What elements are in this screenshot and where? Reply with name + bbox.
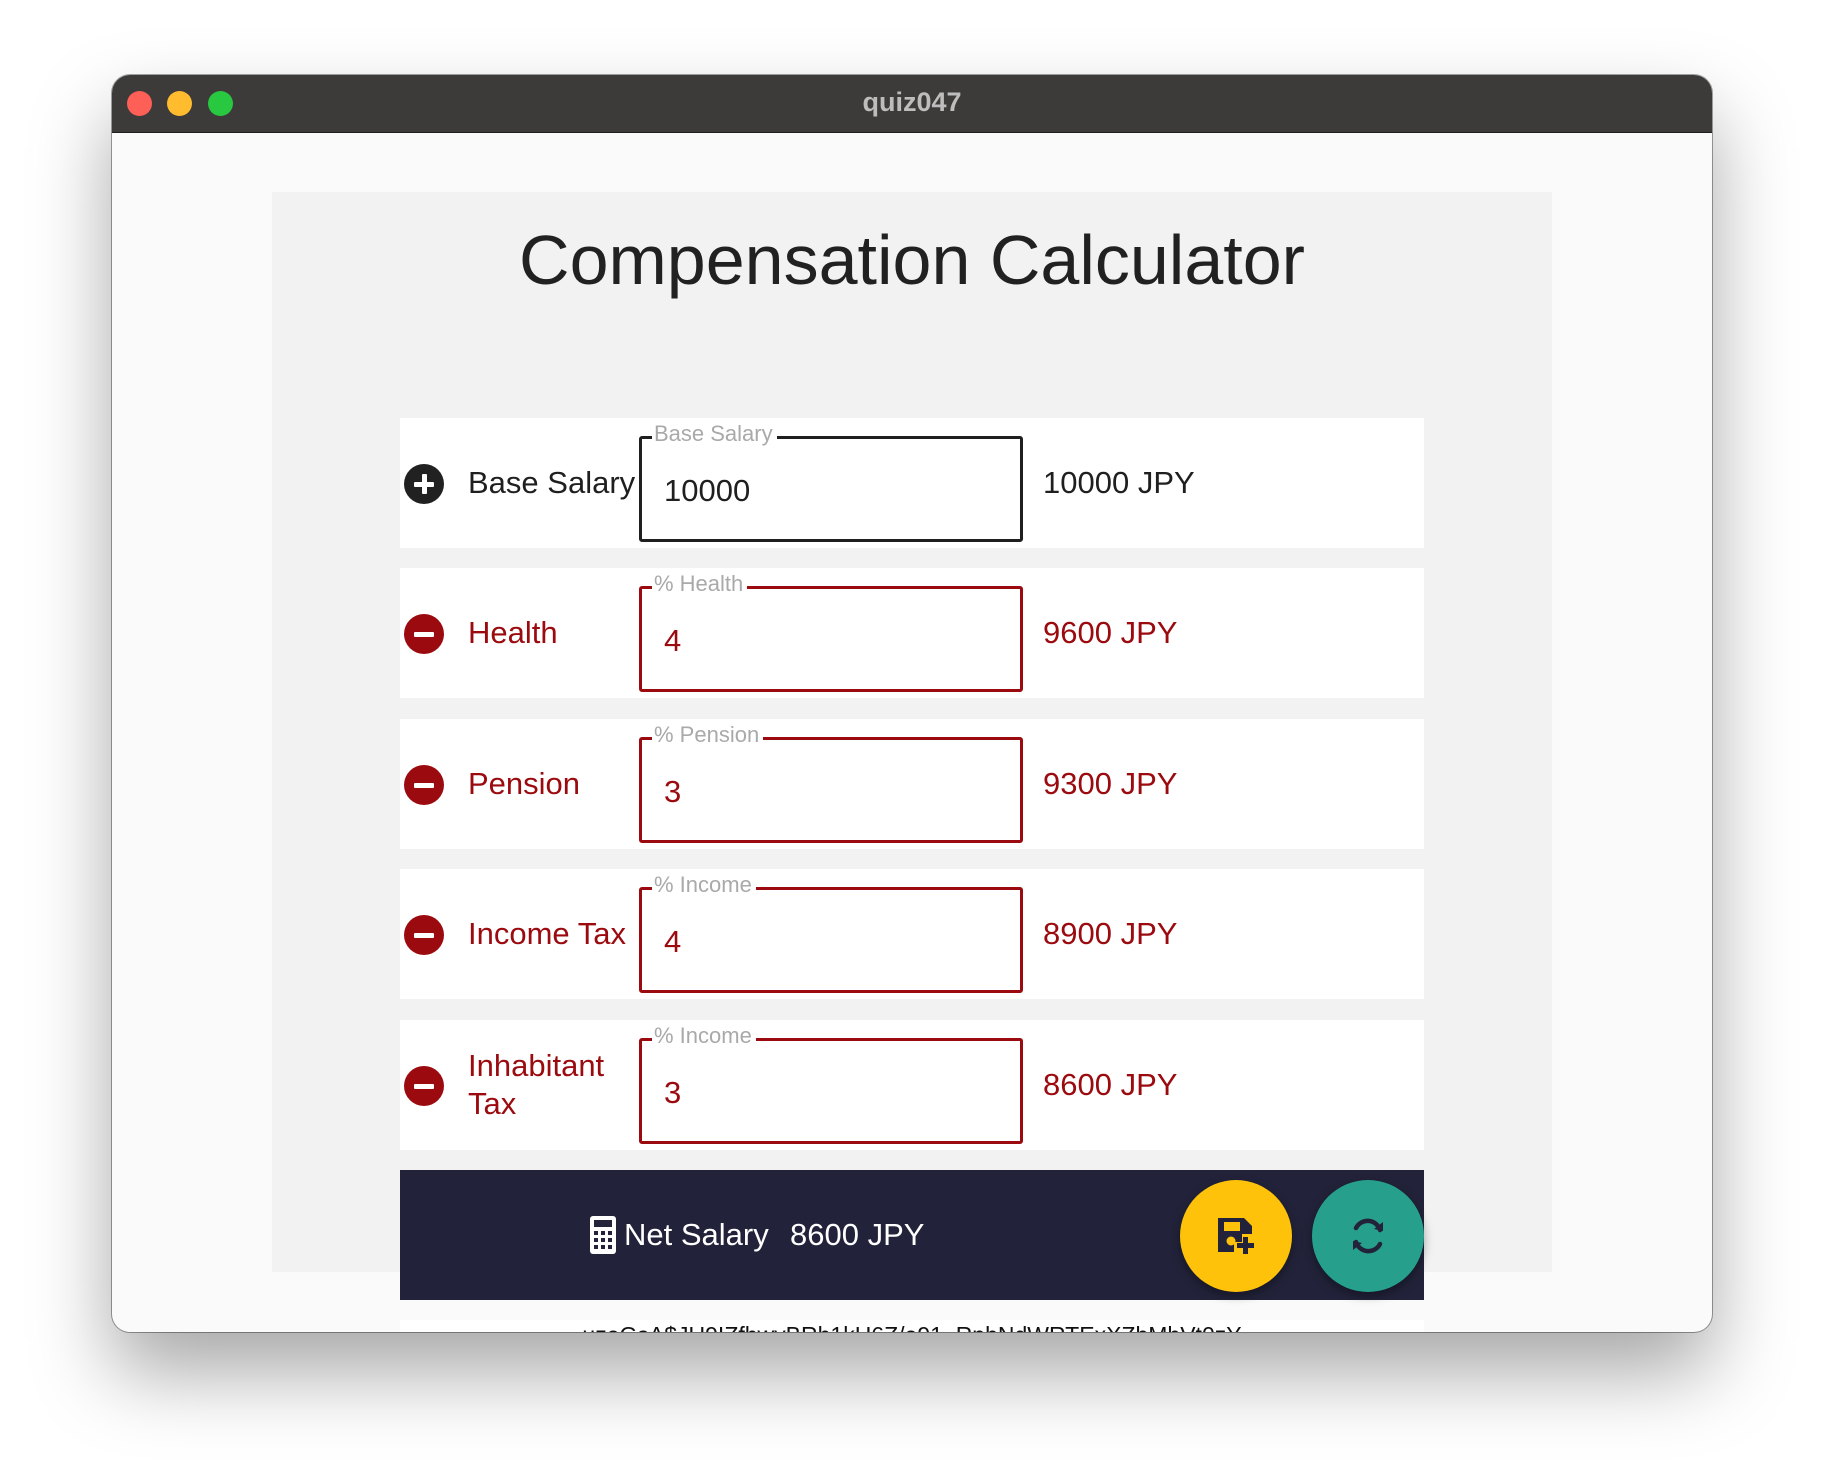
save-add-icon (1218, 1218, 1254, 1254)
row-label: Health (468, 615, 558, 650)
page-title: Compensation Calculator (519, 221, 1305, 299)
minus-circle-icon (404, 765, 444, 805)
row-base-salary: Base Salary Base Salary 10000 10000 JPY (400, 418, 1424, 548)
inhabitant-tax-percent-input[interactable]: % Income 3 (639, 1023, 1023, 1144)
field-value[interactable]: 4 (664, 623, 681, 659)
field-value[interactable]: 4 (664, 924, 681, 960)
net-salary-bar: Net Salary 8600 JPY (400, 1170, 1424, 1300)
minus-circle-icon (404, 915, 444, 955)
row-label: Pension (468, 766, 581, 801)
minus-circle-icon (404, 614, 444, 654)
pension-percent-input[interactable]: % Pension 3 (639, 722, 1023, 843)
calculator-panel: Compensation Calculator Base Salary Base… (272, 192, 1552, 1332)
row-inhabitant-tax: Inhabitant Tax % Income 3 8600 JPY (400, 1020, 1424, 1150)
field-label: % Pension (652, 722, 764, 748)
calculator-icon (590, 1216, 616, 1254)
row-label: Base Salary (468, 465, 636, 500)
title-bar: quiz047 (112, 75, 1712, 133)
hash-text: uzeGsA$JU9IZfhwyBRh1kH6Z/e91..RpbNdWRTEx… (400, 1320, 1424, 1332)
row-amount: 8600 JPY (1043, 1067, 1178, 1102)
app-window: quiz047 Compensation Calculator Base Sal… (112, 75, 1712, 1332)
refresh-icon (1353, 1218, 1383, 1254)
row-income-tax: Income Tax % Income 4 8900 JPY (400, 869, 1424, 999)
plus-circle-icon (404, 464, 444, 504)
net-salary-value: 8600 JPY (790, 1217, 925, 1252)
row-amount: 9300 JPY (1043, 766, 1178, 801)
health-percent-input[interactable]: % Health 4 (639, 571, 1023, 692)
row-amount: 10000 JPY (1043, 465, 1195, 500)
base-salary-input[interactable]: Base Salary 10000 (639, 421, 1023, 542)
minus-circle-icon (404, 1066, 444, 1106)
row-health: Health % Health 4 9600 JPY (400, 568, 1424, 698)
field-value[interactable]: 10000 (664, 473, 750, 509)
row-pension: Pension % Pension 3 9300 JPY (400, 719, 1424, 849)
row-amount: 8900 JPY (1043, 916, 1178, 951)
field-label: % Income (652, 872, 756, 898)
row-amount: 9600 JPY (1043, 615, 1178, 650)
window-title: quiz047 (862, 87, 962, 117)
field-label: % Income (652, 1023, 756, 1049)
field-value[interactable]: 3 (664, 1075, 681, 1111)
save-button[interactable] (1180, 1180, 1292, 1292)
field-label: Base Salary (652, 421, 777, 447)
row-label: Inhabitant Tax (468, 1048, 605, 1121)
income-tax-percent-input[interactable]: % Income 4 (639, 872, 1023, 993)
refresh-button[interactable] (1312, 1180, 1424, 1292)
field-value[interactable]: 3 (664, 774, 681, 810)
field-label: % Health (652, 571, 748, 597)
row-label: Income Tax (468, 916, 626, 951)
net-salary-label: Net Salary (624, 1217, 769, 1252)
